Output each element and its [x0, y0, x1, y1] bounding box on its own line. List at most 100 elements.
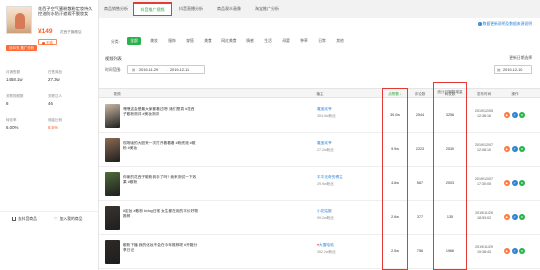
author-name[interactable]: ♥大富哈哈 [317, 243, 334, 248]
date-end: 2019-12-11 [170, 68, 190, 72]
stat-creators: 关联达人 46 [48, 94, 88, 106]
category-all[interactable]: 全部 [127, 37, 141, 45]
table-row: 你家的花西子散粉到手了吗? 我来测试一下效果 #散粉 平平无奇的博主 29.9w粉丝… [99, 168, 540, 201]
link-icon[interactable]: ⇗ [511, 180, 518, 186]
main-panel: ! 数据更新说明及数据来源说明 分类: 全部 美妆 服饰 穿搭 美食 网红美食 情… [99, 18, 540, 270]
video-description[interactable]: 你家的花西子散粉到手了吗? 我来测试一下效果 #散粉 [123, 175, 198, 185]
comments-cell: 756 [416, 249, 424, 253]
video-description[interactable]: 散粉下播 我的化妆不会在今年推荐呢 #开箱分享日记 [123, 243, 198, 253]
cart-icon [12, 217, 16, 221]
tab-live-analysis[interactable]: 抖音直播分析 [173, 3, 209, 15]
table-row: 嘿嘿这会是最大家都看过吧! 她们是真 #花西子散粉测评 #美妆测评 嘉宝欢爷 304… [99, 100, 540, 133]
product-image[interactable] [6, 6, 32, 34]
favorite-button[interactable]: ♡ 加入我的商品 [54, 212, 82, 226]
col-video: 视频 [113, 92, 121, 96]
author-label: 嘉宝欢爷 [317, 141, 332, 145]
link-icon[interactable]: ⇗ [511, 146, 518, 152]
video-thumbnail[interactable] [105, 240, 120, 264]
notice-label: 数据更新说明及数据来源说明 [482, 22, 532, 26]
stat-commission: 佣金比例 8.5% [48, 118, 88, 130]
category-item[interactable]: 服饰 [166, 37, 178, 45]
comments-cell: 377 [416, 215, 424, 219]
video-description[interactable]: 嘿嘿这会是最大家都看过吧! 她们是真 #花西子散粉测评 #美妆测评 [123, 107, 198, 117]
stat-value: 8 [6, 101, 9, 106]
video-thumbnail[interactable] [105, 172, 120, 196]
stat-value: 46 [48, 101, 53, 106]
stat-value: 8.5% [48, 125, 59, 130]
analysis-badge[interactable]: 近30天 推广分析 [6, 45, 38, 51]
category-item[interactable]: 种草 [298, 37, 310, 45]
author-fans: 262.2w粉丝 [317, 250, 336, 254]
author-name[interactable]: 小花姑娘 [317, 209, 332, 214]
category-item[interactable]: 美妆 [148, 37, 160, 45]
add-product-button[interactable]: 去抖音商品 [12, 212, 37, 226]
stat-videos: 关联视频数 8 [6, 94, 46, 106]
info-icon: ! [477, 22, 482, 26]
star-icon[interactable]: ★ [519, 146, 525, 152]
link-icon[interactable]: ⇗ [511, 248, 518, 254]
play-icon[interactable]: ▶ [504, 180, 510, 186]
author-label: 小花姑娘 [317, 209, 332, 213]
author-name[interactable]: 平平无奇的博主 [317, 175, 343, 180]
star-icon[interactable]: ★ [519, 214, 525, 220]
col-pubtime[interactable]: 发布时间 [470, 89, 498, 99]
play-icon[interactable]: ▶ [504, 112, 510, 118]
category-item[interactable]: 生活 [262, 37, 274, 45]
play-icon[interactable]: ▶ [504, 214, 510, 220]
author-name[interactable]: 嘉宝欢爷 [317, 107, 332, 112]
data-notice-link[interactable]: ! 数据更新说明及数据来源说明 [477, 22, 532, 27]
category-item[interactable]: 穿搭 [184, 37, 196, 45]
stat-label: 佣金比例 [48, 118, 62, 122]
video-thumbnail[interactable] [105, 104, 120, 128]
product-panel: 花西子空气蜜粉散粉定妆持久控油防水防汗遮瑕不脱妆女 ¥149 花西子旗舰店 天猫… [0, 0, 99, 270]
update-date-select[interactable]: ▦ 2019-12-10 [494, 65, 532, 74]
video-thumbnail[interactable] [105, 206, 120, 230]
stat-value: 27.3w [48, 77, 60, 82]
product-title[interactable]: 花西子空气蜜粉散粉定妆持久控油防水防汗遮瑕不脱妆女 [38, 6, 96, 17]
col-author: 播主 [316, 92, 324, 96]
comments-cell: 567 [416, 181, 424, 185]
category-item[interactable]: 网红美食 [220, 37, 238, 45]
tab-audience[interactable]: 商品观众画像 [211, 3, 247, 15]
stat-label: 关联达人 [48, 94, 62, 98]
link-icon[interactable]: ⇗ [511, 112, 518, 118]
row-actions: ▶ ⇗ ★ [504, 214, 527, 220]
tab-sales-analysis[interactable]: 商品销售分析 [99, 3, 133, 15]
tab-taobao[interactable]: 淘宝推广分析 [249, 3, 285, 15]
row-actions: ▶ ⇗ ★ [504, 146, 527, 152]
col-comments[interactable]: 评论数 [409, 89, 431, 99]
date-range-picker[interactable]: ▦ 2019-11-29 - 2019-12-11 [127, 65, 205, 74]
date-start: 2019-11-29 [139, 68, 159, 72]
stat-on-sale: 在售商品 27.3w [48, 70, 88, 82]
play-icon[interactable]: ▶ [504, 146, 510, 152]
star-icon[interactable]: ★ [519, 248, 525, 254]
play-icon[interactable]: ▶ [504, 248, 510, 254]
author-fans: 29.9w粉丝 [317, 182, 334, 186]
category-item[interactable]: 日常 [316, 37, 328, 45]
favorite-label: 加入我的商品 [59, 217, 83, 221]
star-icon[interactable]: ★ [519, 180, 525, 186]
tmall-icon [42, 41, 45, 45]
video-description[interactable]: #定妆 #散粉 #vlog日常 女生都在用的平价好物推荐 [123, 209, 198, 219]
table-row: #定妆 #散粉 #vlog日常 女生都在用的平价好物推荐 小花姑娘 99.2w粉丝 2… [99, 202, 540, 235]
shop-name[interactable]: 花西子旗舰店 [60, 30, 82, 35]
star-icon[interactable]: ★ [519, 112, 525, 118]
category-label: 分类: [111, 40, 120, 44]
category-item[interactable]: 美食 [202, 37, 214, 45]
link-icon[interactable]: ⇗ [511, 214, 518, 220]
date-separator: - [166, 68, 168, 72]
author-label: 平平无奇的博主 [317, 175, 343, 179]
author-fans: 27.2w粉丝 [317, 148, 334, 152]
pubtime-cell: 2019/12/07 17:30:05 [475, 177, 493, 186]
category-item[interactable]: 情感 [244, 37, 256, 45]
author-name[interactable]: 嘉宝欢爷 [317, 141, 332, 146]
comments-cell: 2544 [415, 113, 425, 117]
category-item[interactable]: 其他 [334, 37, 346, 45]
row-actions: ▶ ⇗ ★ [504, 180, 527, 186]
category-item[interactable]: 母婴 [280, 37, 292, 45]
video-description[interactable]: 现场版的大胆来一次打开看看看 #粉底液 #散粉 #美妆 [123, 141, 198, 151]
calendar-icon: ▦ [497, 68, 501, 72]
author-label: 大富哈哈 [319, 243, 334, 247]
video-thumbnail[interactable] [105, 138, 120, 162]
pubtime-cell: 2019/11/29 19:38:43 [475, 245, 493, 254]
